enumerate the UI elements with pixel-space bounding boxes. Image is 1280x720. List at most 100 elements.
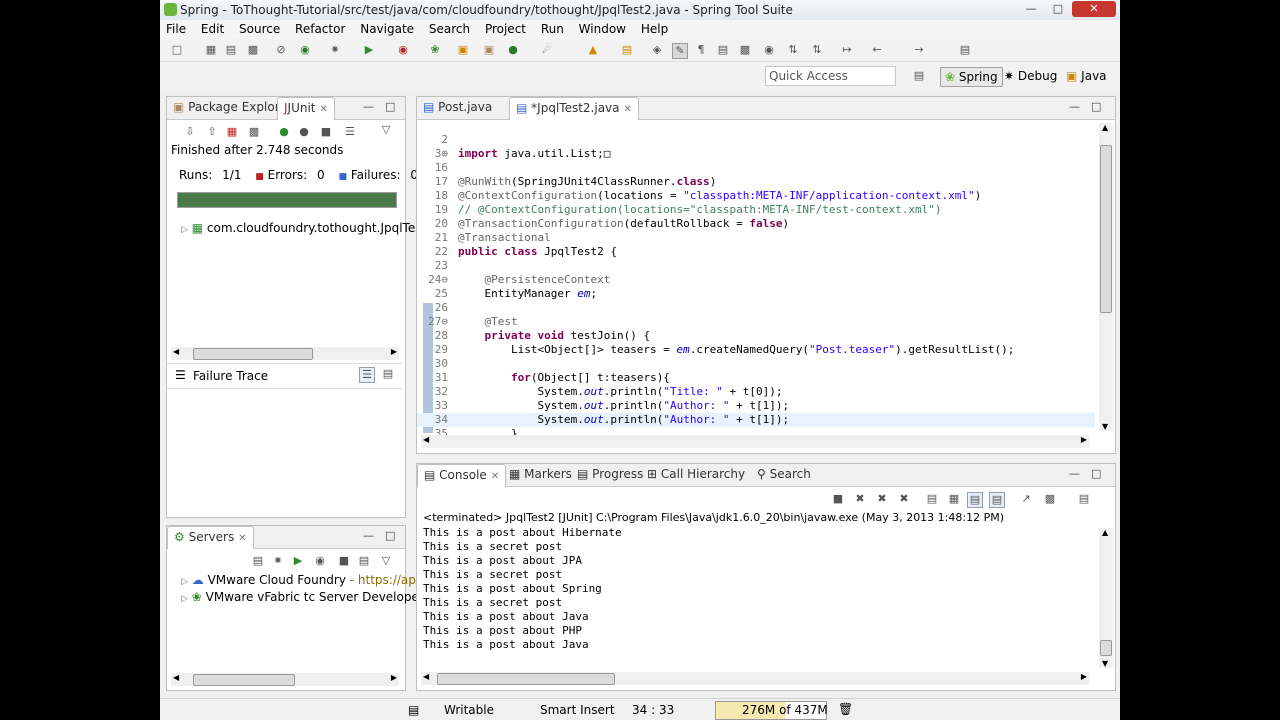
server-item[interactable]: ▷ ☁ VMware Cloud Foundry - https://api.c xyxy=(181,573,430,587)
scroll-right-icon[interactable]: ▶ xyxy=(391,673,397,682)
console-icon[interactable]: ▩ xyxy=(738,43,752,57)
menu-source[interactable]: Source xyxy=(233,20,285,36)
stop-icon[interactable]: ■ xyxy=(319,125,333,139)
scroll-left-icon[interactable]: ◀ xyxy=(423,435,429,444)
perspective-debug[interactable]: ✷ Debug xyxy=(1000,67,1061,85)
pin-console-icon[interactable]: ↗ xyxy=(1019,492,1033,506)
menu-refactor[interactable]: Refactor xyxy=(289,20,350,36)
show-whitespace-icon[interactable]: ¶ xyxy=(694,43,708,57)
menu-window[interactable]: Window xyxy=(573,20,631,36)
remove-launch-icon[interactable]: ✖ xyxy=(853,492,867,506)
tab-call-hierarchy[interactable]: ⊞ Call Hierarchy xyxy=(641,464,751,485)
scroll-lock-icon[interactable]: ▤ xyxy=(925,492,939,506)
new-spring-project-icon[interactable]: ❀ xyxy=(428,43,442,57)
heap-status[interactable]: 276M of 437M xyxy=(715,701,828,720)
open-type-icon[interactable]: ☄ xyxy=(540,43,554,57)
show-on-output-icon[interactable]: ▤ xyxy=(967,492,983,508)
profile-server-icon[interactable]: ◉ xyxy=(313,554,327,568)
minimize-icon[interactable]: — xyxy=(363,100,374,113)
minimize-icon[interactable]: — xyxy=(1069,467,1080,480)
editor-horizontal-scrollbar[interactable]: ◀ ▶ xyxy=(421,435,1089,448)
maximize-icon[interactable]: □ xyxy=(385,529,395,542)
back-icon[interactable]: ← xyxy=(870,43,884,57)
maximize-icon[interactable]: □ xyxy=(1091,467,1101,480)
tab-progress[interactable]: ▤ Progress xyxy=(571,464,649,485)
scroll-right-icon[interactable]: ▶ xyxy=(1081,672,1087,681)
console-horizontal-scrollbar[interactable]: ◀ ▶ xyxy=(421,672,1089,685)
editor-vertical-scrollbar[interactable]: ▲ ▼ xyxy=(1099,123,1113,431)
code-area[interactable]: 2 3⊕ import java.util.List;□ 16 17 @RunWit… xyxy=(417,119,1095,439)
quick-diff-icon[interactable]: ▤ xyxy=(408,703,419,717)
collapse-icon[interactable]: ▤ xyxy=(251,554,265,568)
console-output[interactable]: This is a post about Hibernate This is a… xyxy=(417,526,1095,674)
new-java-project-icon[interactable]: ▣ xyxy=(456,43,470,57)
tab-post-java[interactable]: ▤ Post.java xyxy=(417,97,498,118)
scroll-left-icon[interactable]: ◀ xyxy=(173,347,179,356)
menu-help[interactable]: Help xyxy=(635,20,673,36)
tab-junit[interactable]: JJUnit ✕ xyxy=(277,97,335,120)
run-icon[interactable]: ▶ xyxy=(362,43,376,57)
web-browser-icon[interactable]: ◉ xyxy=(762,43,776,57)
globe-icon[interactable]: ◉ xyxy=(298,43,312,57)
minimize-icon[interactable]: — xyxy=(363,529,374,542)
print-icon[interactable]: ▩ xyxy=(246,43,260,57)
scroll-right-icon[interactable]: ▶ xyxy=(1081,435,1087,444)
scroll-down-icon[interactable]: ▼ xyxy=(1102,422,1108,431)
scroll-thumb[interactable] xyxy=(193,348,313,360)
menu-project[interactable]: Project xyxy=(479,20,531,36)
scroll-thumb[interactable] xyxy=(193,674,295,686)
layout-menu-icon[interactable]: ☰ xyxy=(343,125,357,139)
debug-server-icon[interactable]: ✷ xyxy=(271,554,285,568)
debug-icon[interactable]: ✷ xyxy=(328,43,342,57)
pin-editor-icon[interactable]: ▤ xyxy=(958,43,972,57)
open-task-icon[interactable]: ▲ xyxy=(586,43,600,57)
tab-jpqltest2-java[interactable]: ▤ *JpqlTest2.java ✕ xyxy=(509,97,639,120)
close-tab-icon[interactable]: ✕ xyxy=(491,471,499,482)
word-wrap-icon[interactable]: ▦ xyxy=(947,492,961,506)
close-window-icon[interactable]: ✕ xyxy=(1072,1,1116,17)
clear-console-icon[interactable]: ✖ xyxy=(897,492,911,506)
filter-stack-icon[interactable]: ☰ xyxy=(359,367,375,383)
display-console-icon[interactable]: ▩ xyxy=(1043,492,1057,506)
compare-result-icon[interactable]: ▤ xyxy=(381,367,395,381)
scroll-thumb[interactable] xyxy=(437,673,615,685)
run-external-icon[interactable]: ◉ xyxy=(396,43,410,57)
scroll-up-icon[interactable]: ▲ xyxy=(1102,123,1108,132)
previous-failure-icon[interactable]: ⇧ xyxy=(205,125,219,139)
next-failure-icon[interactable]: ⇩ xyxy=(183,125,197,139)
scroll-thumb[interactable] xyxy=(1100,145,1112,313)
close-tab-icon[interactable]: ✕ xyxy=(320,104,328,115)
scroll-right-icon[interactable]: ▶ xyxy=(391,347,397,356)
test-tree-item[interactable]: ▷ ▦ com.cloudfoundry.tothought.JpqlTest xyxy=(181,221,426,235)
remove-all-launches-icon[interactable]: ✖ xyxy=(875,492,889,506)
publish-icon[interactable]: ▤ xyxy=(357,554,371,568)
open-folder-icon[interactable]: ▤ xyxy=(620,43,634,57)
close-tab-icon[interactable]: ✕ xyxy=(624,104,632,115)
tab-search[interactable]: ⚲ Search xyxy=(751,464,817,485)
new-class-icon[interactable]: ● xyxy=(506,43,520,57)
block-selection-icon[interactable]: ▤ xyxy=(716,43,730,57)
tab-servers[interactable]: ⚙ Servers ✕ xyxy=(167,526,254,549)
save-icon[interactable]: ▦ xyxy=(204,43,218,57)
maximize-icon[interactable]: □ xyxy=(1091,100,1101,113)
view-menu-icon[interactable]: ▽ xyxy=(379,123,393,137)
quick-access-input[interactable]: Quick Access xyxy=(765,66,896,86)
maximize-icon[interactable]: □ xyxy=(385,100,395,113)
perspective-java[interactable]: ▣ Java xyxy=(1062,67,1111,85)
servers-horizontal-scrollbar[interactable]: ◀ ▶ xyxy=(171,673,399,686)
new-package-icon[interactable]: ▣ xyxy=(482,43,496,57)
terminate-icon[interactable]: ■ xyxy=(831,492,845,506)
menu-edit[interactable]: Edit xyxy=(195,20,229,36)
open-perspective-icon[interactable]: ▤ xyxy=(912,69,926,83)
toggle-mark-occurrences-icon[interactable]: ◈ xyxy=(650,43,664,57)
perspective-spring[interactable]: ❀ Spring xyxy=(940,67,1003,87)
console-vertical-scrollbar[interactable]: ▲ ▼ xyxy=(1099,528,1113,668)
minimize-window-icon[interactable]: — xyxy=(1018,1,1044,17)
maximize-window-icon[interactable]: □ xyxy=(1045,1,1071,17)
rerun-test-icon[interactable]: ● xyxy=(277,125,291,139)
menu-search[interactable]: Search xyxy=(423,20,475,36)
prev-annotation-icon[interactable]: ⇅ xyxy=(810,43,824,57)
scroll-left-icon[interactable]: ◀ xyxy=(423,672,429,681)
minimize-icon[interactable]: — xyxy=(1069,100,1080,113)
menu-run[interactable]: Run xyxy=(535,20,569,36)
